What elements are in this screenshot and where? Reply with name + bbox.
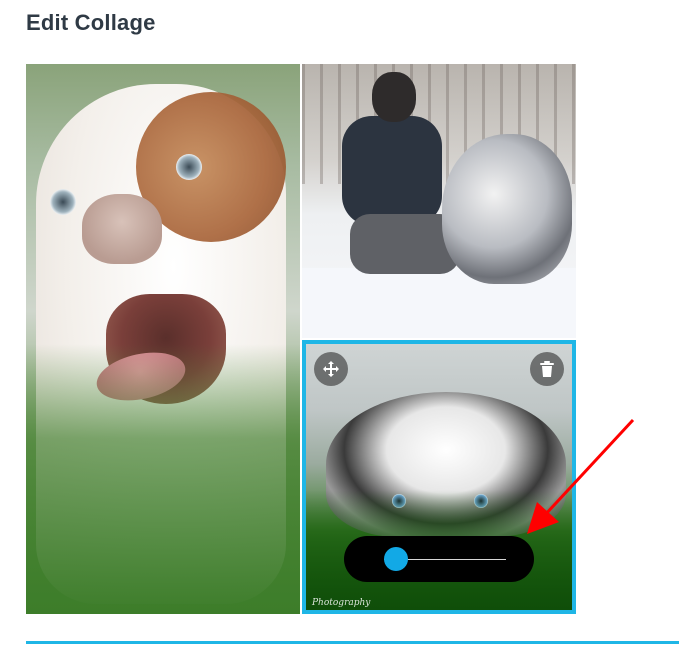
bulldog-eye-right: [176, 154, 202, 180]
grass: [26, 344, 300, 614]
zoom-slider[interactable]: [344, 536, 534, 582]
move-button[interactable]: [314, 352, 348, 386]
man-jacket: [342, 116, 442, 226]
move-arrows-icon: [323, 361, 339, 377]
delete-button[interactable]: [530, 352, 564, 386]
collage-canvas: Photography: [26, 64, 576, 614]
photo-watermark: Photography: [312, 598, 371, 608]
bulldog-nose: [82, 194, 162, 264]
bottom-divider: [26, 641, 679, 644]
red-arrow-annotation: [527, 418, 635, 534]
zoom-thumb[interactable]: [384, 547, 409, 571]
trash-icon: [540, 361, 554, 377]
bulldog-eye-left: [50, 189, 76, 215]
bulldog-photo[interactable]: [26, 64, 300, 614]
man-head: [372, 72, 416, 122]
man-dog-snow-photo[interactable]: [302, 64, 576, 338]
merle-dog: [442, 134, 572, 284]
page-title: Edit Collage: [26, 10, 156, 35]
